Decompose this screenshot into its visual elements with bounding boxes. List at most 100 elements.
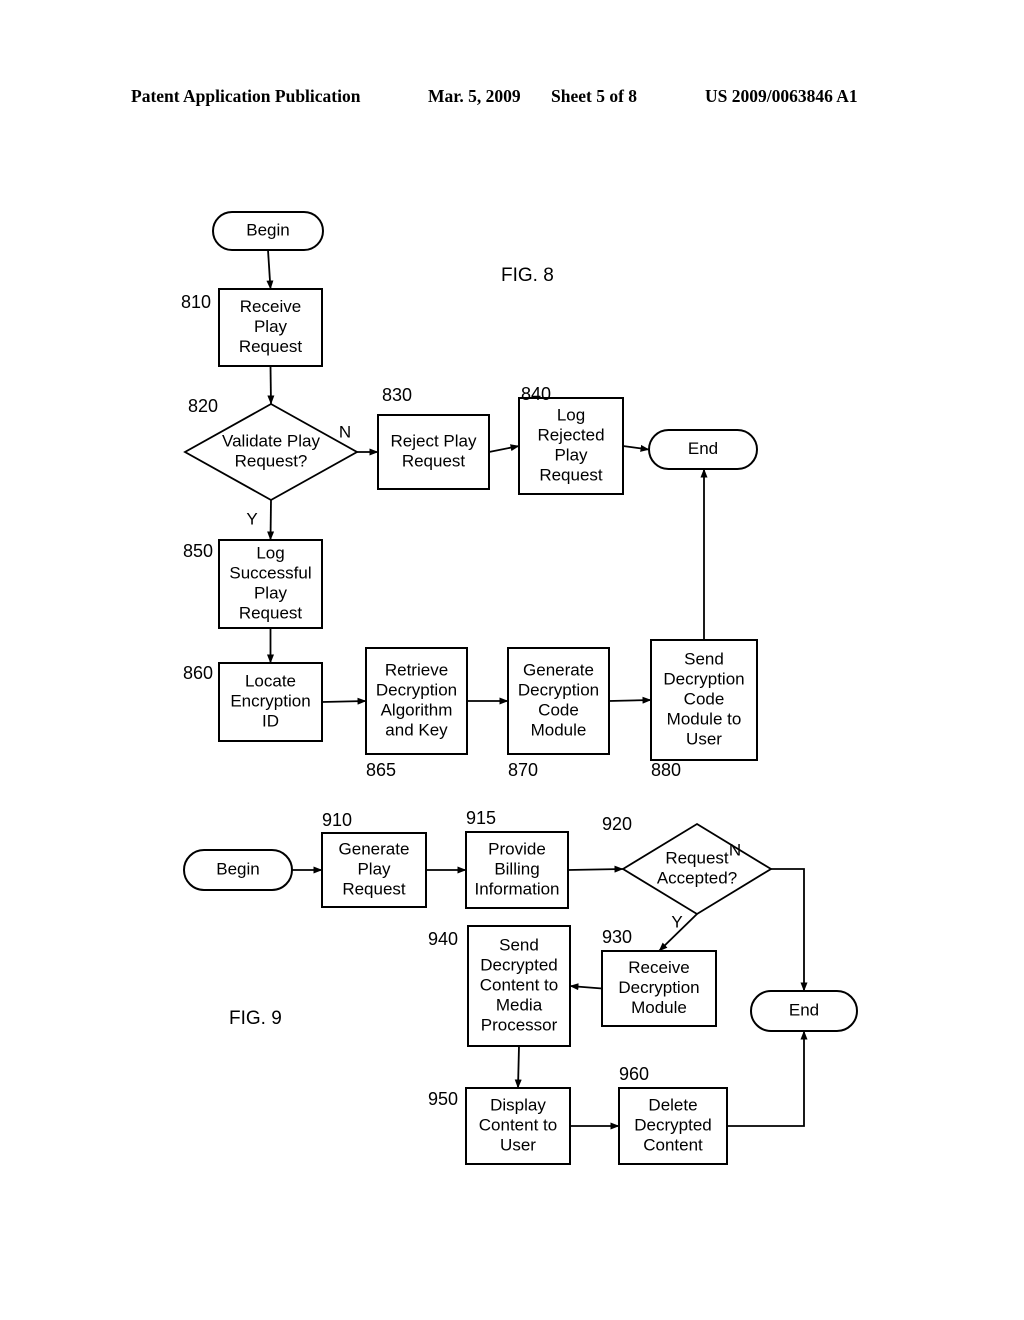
node-label-line: Send bbox=[684, 649, 724, 668]
branch-label-y: Y bbox=[246, 509, 257, 528]
node-label-line: and Key bbox=[385, 720, 448, 739]
node-label-line: Information bbox=[474, 879, 559, 898]
node-label-line: Delete bbox=[648, 1095, 697, 1114]
flow-node-910: GeneratePlayRequest bbox=[321, 832, 427, 908]
flow-node-920: RequestAccepted? bbox=[621, 822, 773, 916]
node-label-line: Display bbox=[490, 1095, 546, 1114]
node-label-line: Module bbox=[631, 998, 687, 1017]
node-label-line: Decryption bbox=[376, 680, 457, 699]
flow-node-end: End bbox=[648, 429, 758, 470]
node-label-line: Send bbox=[499, 935, 539, 954]
node-label-line: End bbox=[789, 1000, 819, 1019]
connector-920-no-to-end bbox=[771, 868, 808, 992]
node-label-line: Decrypted bbox=[480, 955, 557, 974]
node-label-line: Begin bbox=[246, 220, 289, 239]
node-label-line: Decryption bbox=[663, 669, 744, 688]
flow-node-begin: Begin bbox=[212, 211, 324, 251]
flow-node-end: End bbox=[750, 990, 858, 1032]
node-label-line: Code bbox=[684, 689, 725, 708]
reference-numeral-860: 860 bbox=[183, 663, 213, 683]
node-label-line: Generate bbox=[339, 839, 410, 858]
reference-numeral-880: 880 bbox=[651, 760, 681, 780]
node-label-line: User bbox=[500, 1135, 536, 1154]
node-label-line: Log bbox=[256, 543, 284, 562]
node-label-line: Locate bbox=[245, 671, 296, 690]
figure-caption-fig9: FIG. 9 bbox=[229, 1008, 282, 1029]
node-label-line: Play bbox=[554, 445, 588, 464]
connector-940-to-950 bbox=[514, 1045, 522, 1089]
node-label-line: Content bbox=[643, 1135, 703, 1154]
connector-870-to-880 bbox=[608, 696, 652, 704]
reference-numeral-810: 810 bbox=[181, 292, 211, 312]
connector-930-to-940 bbox=[569, 983, 603, 991]
node-label-line: Processor bbox=[481, 1015, 558, 1034]
flow-node-820: Validate PlayRequest? bbox=[183, 402, 359, 502]
node-label-line: Media bbox=[496, 995, 543, 1014]
flow-node-begin: Begin bbox=[183, 849, 293, 891]
flow-node-930: ReceiveDecryptionModule bbox=[601, 950, 717, 1027]
node-label-line: Successful bbox=[229, 563, 311, 582]
node-label-line: Begin bbox=[216, 859, 259, 878]
reference-numeral-830: 830 bbox=[382, 385, 412, 405]
node-label-line: Request bbox=[665, 848, 729, 867]
node-label-line: Validate Play bbox=[222, 431, 320, 450]
connector-begin-to-810 bbox=[266, 249, 274, 290]
connector-810-to-820 bbox=[267, 365, 275, 405]
node-label-line: Request bbox=[342, 879, 406, 898]
branch-label-n: N bbox=[729, 840, 741, 859]
reference-numeral-910: 910 bbox=[322, 810, 352, 830]
reference-numeral-915: 915 bbox=[466, 808, 496, 828]
flow-node-840: LogRejectedPlayRequest bbox=[518, 397, 624, 495]
reference-numeral-850: 850 bbox=[183, 541, 213, 561]
node-label-line: Decryption bbox=[618, 978, 699, 997]
node-label-line: Module bbox=[531, 720, 587, 739]
node-label-line: Content to bbox=[480, 975, 558, 994]
node-label-line: Retrieve bbox=[385, 660, 448, 679]
node-label-line: Play bbox=[357, 859, 391, 878]
node-label-line: Code bbox=[538, 700, 579, 719]
reference-numeral-930: 930 bbox=[602, 927, 632, 947]
reference-numeral-865: 865 bbox=[366, 760, 396, 780]
connector-840-to-end bbox=[622, 444, 650, 452]
reference-numeral-840: 840 bbox=[521, 384, 551, 404]
node-label-line: Module to bbox=[667, 709, 742, 728]
connector-960-to-end bbox=[727, 1030, 808, 1127]
reference-numeral-940: 940 bbox=[428, 929, 458, 949]
node-label-line: Request bbox=[402, 451, 466, 470]
reference-numeral-820: 820 bbox=[188, 396, 218, 416]
node-label-line: Provide bbox=[488, 839, 546, 858]
node-label-line: ID bbox=[262, 711, 279, 730]
node-label-line: Play bbox=[254, 583, 288, 602]
node-label-line: User bbox=[686, 729, 722, 748]
flow-node-850: LogSuccessfulPlayRequest bbox=[218, 539, 323, 629]
node-label-line: Request bbox=[239, 603, 303, 622]
node-label-line: Billing bbox=[494, 859, 539, 878]
flow-node-865: RetrieveDecryptionAlgorithmand Key bbox=[365, 647, 468, 755]
node-label-line: Generate bbox=[523, 660, 594, 679]
node-label-line: Reject Play bbox=[391, 431, 477, 450]
node-label-line: Accepted? bbox=[657, 868, 737, 887]
flow-node-915: ProvideBillingInformation bbox=[465, 831, 569, 909]
node-label-line: Request bbox=[539, 465, 603, 484]
node-label-line: Content to bbox=[479, 1115, 557, 1134]
flow-node-860: LocateEncryptionID bbox=[218, 662, 323, 742]
connector-820-yes-to-850 bbox=[267, 499, 275, 541]
node-label-line: Log bbox=[557, 405, 585, 424]
flow-node-830: Reject PlayRequest bbox=[377, 414, 490, 490]
branch-label-n: N bbox=[339, 422, 351, 441]
reference-numeral-950: 950 bbox=[428, 1089, 458, 1109]
reference-numeral-960: 960 bbox=[619, 1064, 649, 1084]
flow-node-960: DeleteDecryptedContent bbox=[618, 1087, 728, 1165]
node-label-line: Request bbox=[239, 337, 303, 356]
node-label-line: Receive bbox=[240, 297, 301, 316]
connector-860-to-865 bbox=[321, 697, 367, 705]
node-label-line: Decryption bbox=[518, 680, 599, 699]
branch-label-y: Y bbox=[671, 912, 682, 931]
node-label-line: Receive bbox=[628, 958, 689, 977]
node-label-line: Algorithm bbox=[381, 700, 453, 719]
reference-numeral-920: 920 bbox=[602, 814, 632, 834]
flow-node-950: DisplayContent toUser bbox=[465, 1087, 571, 1165]
reference-numeral-870: 870 bbox=[508, 760, 538, 780]
patent-page: Patent Application Publication Mar. 5, 2… bbox=[0, 0, 1024, 1320]
connector-915-to-920 bbox=[567, 865, 624, 873]
